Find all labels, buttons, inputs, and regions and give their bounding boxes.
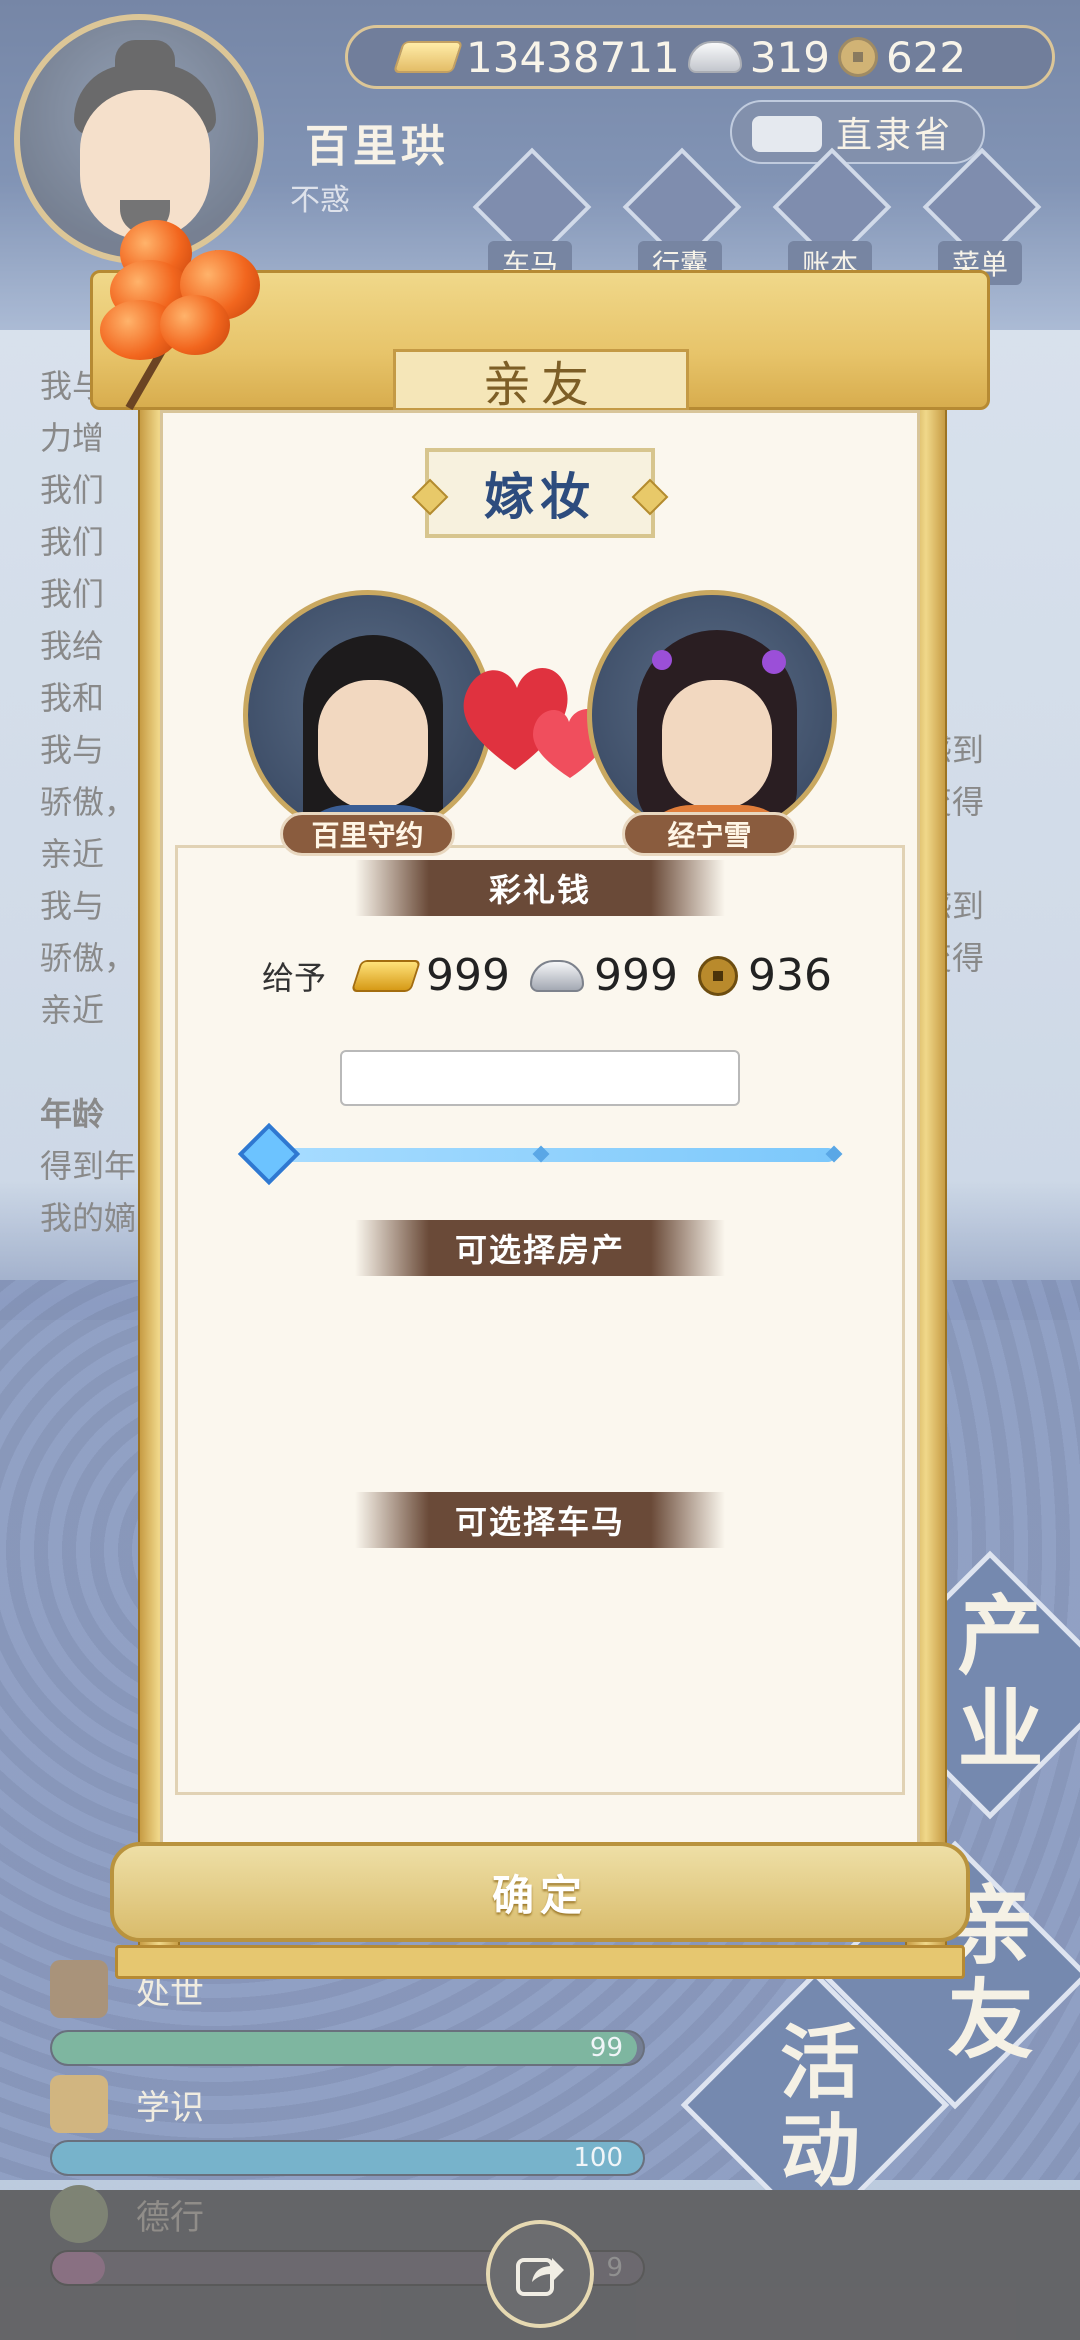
give-coin-amount: 936 (747, 950, 832, 1001)
bride-portrait (587, 590, 837, 840)
give-label: 给予 (262, 958, 327, 997)
bride-price-section-header: 彩礼钱 (355, 860, 725, 916)
confirm-label: 确定 (491, 1870, 588, 1920)
section-title: 可选择房产 (454, 1231, 625, 1269)
dialog-tab-friends[interactable]: 亲友 (393, 349, 689, 413)
property-list (200, 1290, 880, 1470)
groom-face (318, 680, 428, 810)
amount-input[interactable] (340, 1050, 740, 1106)
bride-name: 经宁雪 (667, 819, 752, 852)
give-row: 给予 999 999 936 (262, 950, 842, 1001)
copper-coin-icon (697, 955, 738, 996)
confirm-button[interactable]: 确定 (110, 1842, 970, 1942)
dialog-title: 嫁妆 (484, 468, 596, 526)
dialog-footer-rod (115, 1945, 965, 1979)
groom-name: 百里守约 (311, 819, 424, 852)
haw-fruit (160, 295, 230, 355)
section-title: 彩礼钱 (488, 871, 591, 909)
property-section-header: 可选择房产 (355, 1220, 725, 1276)
bride-face (662, 680, 772, 810)
flower-ornament-icon (762, 650, 786, 674)
give-gold-amount: 999 (426, 950, 510, 1001)
dialog-tab-label: 亲友 (482, 357, 599, 413)
amount-slider[interactable] (275, 1148, 835, 1162)
bride-name-tag: 经宁雪 (622, 812, 797, 856)
gold-ingot-icon (350, 959, 422, 992)
groom-name-tag: 百里守约 (280, 812, 455, 856)
silver-ingot-icon (530, 959, 584, 992)
carriage-section-header: 可选择车马 (355, 1492, 725, 1548)
give-silver-amount: 999 (594, 950, 678, 1001)
section-title: 可选择车马 (454, 1503, 625, 1541)
carriage-list (200, 1560, 880, 1760)
dialog-title-plate: 嫁妆 (425, 448, 655, 538)
flower-ornament-icon (652, 650, 672, 670)
